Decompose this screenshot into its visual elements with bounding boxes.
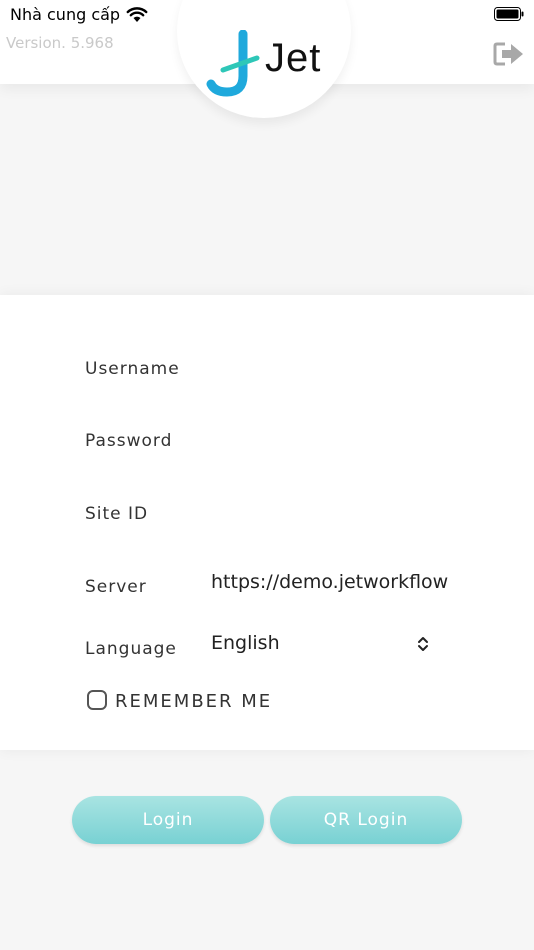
login-button[interactable]: Login [72, 796, 264, 844]
login-form: Username Password Site ID Server https:/… [0, 295, 534, 750]
battery-icon [494, 7, 524, 21]
language-select[interactable]: English [211, 632, 449, 654]
version-label: Version. 5.968 [6, 34, 114, 52]
username-input[interactable] [211, 357, 453, 389]
remember-me-label[interactable]: REMEMBER ME [115, 691, 272, 712]
password-input[interactable] [211, 429, 453, 461]
remember-me-checkbox[interactable] [87, 690, 107, 710]
site-id-label: Site ID [85, 504, 149, 524]
password-label: Password [85, 431, 173, 451]
server-input[interactable]: https://demo.jetworkflow [211, 571, 449, 593]
login-button-label: Login [142, 810, 194, 830]
logo-text: Jet [265, 36, 322, 80]
language-row: Language English [0, 630, 534, 670]
server-label: Server [85, 577, 147, 597]
username-label: Username [85, 359, 180, 379]
logo: Jet [177, 0, 351, 118]
site-id-row: Site ID [0, 500, 534, 540]
logout-icon[interactable] [493, 41, 525, 67]
password-row: Password [0, 427, 534, 467]
jet-logo-icon [206, 30, 260, 97]
language-label: Language [85, 639, 177, 659]
username-row: Username [0, 355, 534, 395]
qr-login-button[interactable]: QR Login [270, 796, 462, 844]
site-id-input[interactable] [211, 502, 453, 534]
select-arrows-icon[interactable] [416, 635, 430, 653]
server-row: Server https://demo.jetworkflow [0, 567, 534, 607]
qr-login-button-label: QR Login [323, 810, 409, 830]
